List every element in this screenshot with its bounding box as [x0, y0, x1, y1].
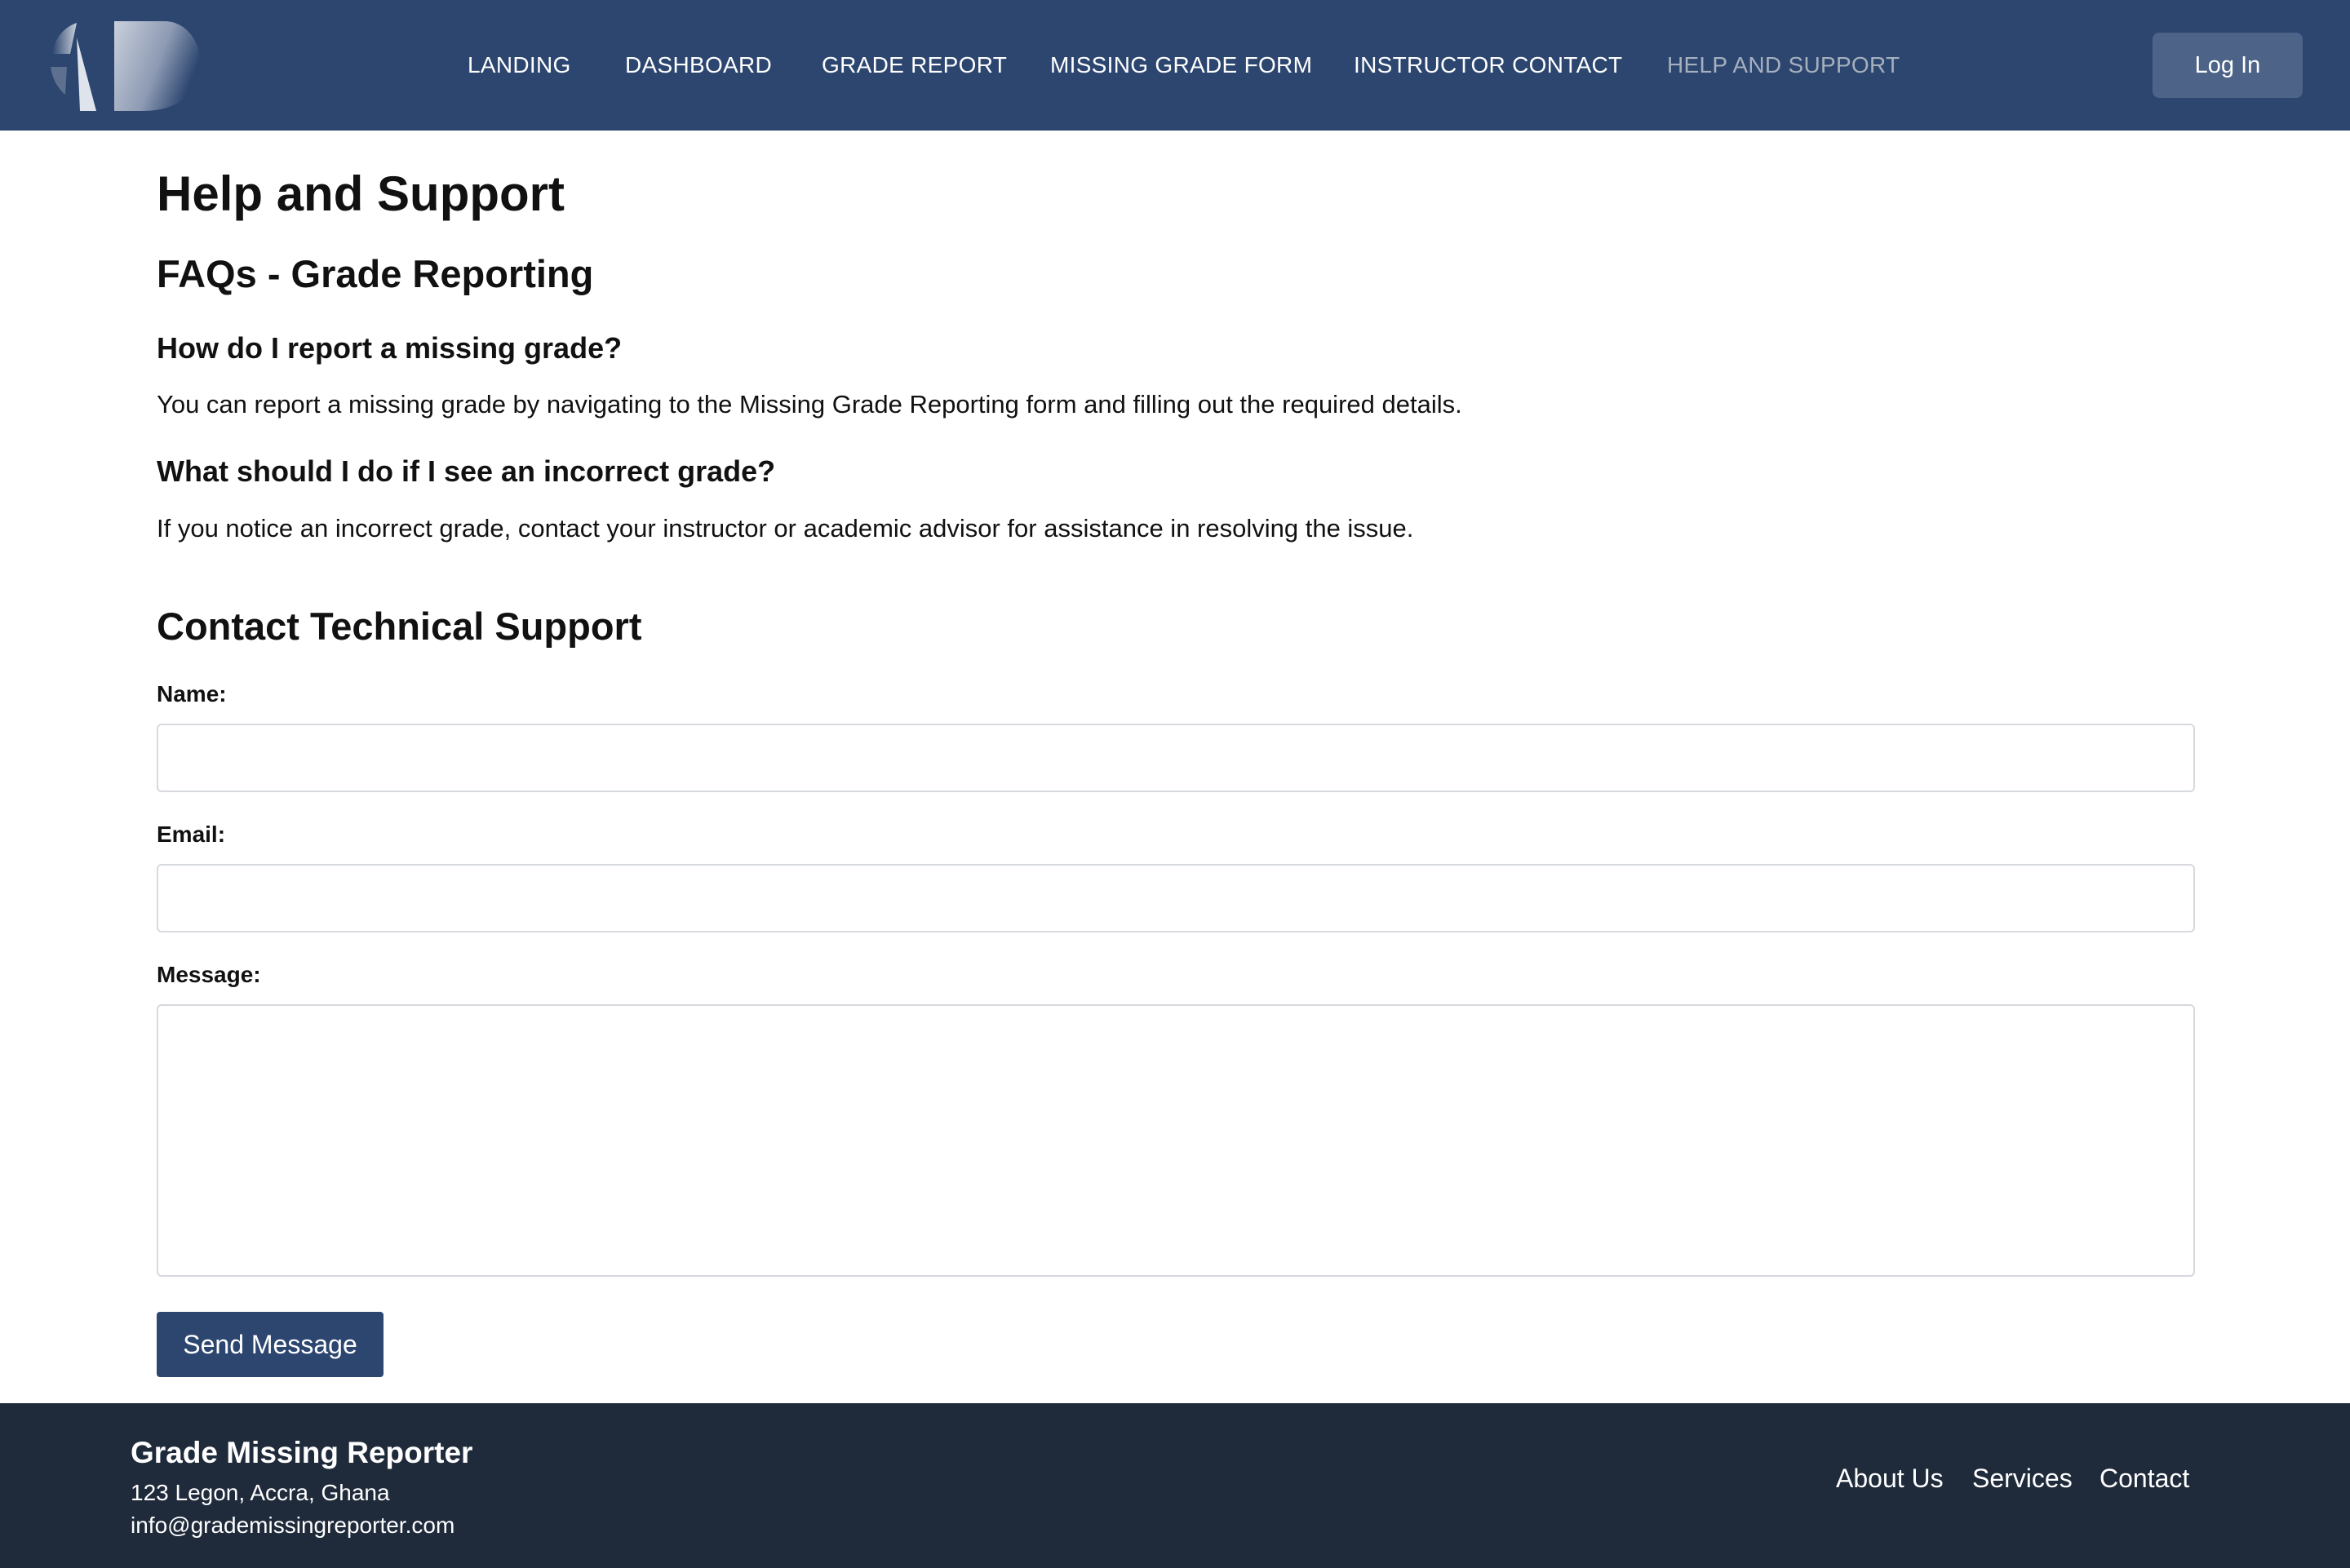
name-label: Name: [157, 681, 227, 706]
email-field[interactable] [157, 864, 2195, 932]
nav-grade-report[interactable]: GRADE REPORT [822, 51, 1007, 80]
faq-answer-2: If you notice an incorrect grade, contac… [157, 514, 1414, 543]
footer-brand: Grade Missing Reporter [131, 1436, 473, 1469]
nav-instructor-contact[interactable]: INSTRUCTOR CONTACT [1354, 51, 1622, 80]
email-label: Email: [157, 822, 226, 847]
faq-question-2: What should I do if I see an incorrect g… [157, 454, 776, 488]
faq-section-title: FAQs - Grade Reporting [157, 252, 594, 295]
faq-question-1: How do I report a missing grade? [157, 331, 623, 365]
footer-address: 123 Legon, Accra, Ghana [131, 1480, 390, 1505]
nav-help-and-support[interactable]: HELP AND SUPPORT [1667, 51, 1900, 80]
name-field[interactable] [157, 724, 2195, 792]
faq-answer-1: You can report a missing grade by naviga… [157, 390, 1462, 419]
footer: Grade Missing Reporter 123 Legon, Accra,… [0, 1403, 2350, 1568]
top-navigation-bar: LANDING DASHBOARD GRADE REPORT MISSING G… [0, 0, 2350, 131]
message-field[interactable] [157, 1004, 2195, 1277]
footer-link-about-us[interactable]: About Us [1836, 1462, 1944, 1495]
login-button[interactable]: Log In [2153, 33, 2303, 98]
footer-email: info@grademissingreporter.com [131, 1513, 455, 1538]
footer-link-contact[interactable]: Contact [2099, 1462, 2189, 1495]
message-label: Message: [157, 962, 261, 987]
send-message-button[interactable]: Send Message [157, 1312, 384, 1377]
page-title: Help and Support [157, 166, 565, 221]
contact-section-title: Contact Technical Support [157, 605, 642, 648]
nav-dashboard[interactable]: DASHBOARD [625, 51, 772, 80]
nav-missing-grade-form[interactable]: MISSING GRADE FORM [1050, 51, 1312, 80]
main-nav: LANDING DASHBOARD GRADE REPORT MISSING G… [0, 0, 2350, 131]
nav-landing[interactable]: LANDING [468, 51, 571, 80]
footer-link-services[interactable]: Services [1972, 1462, 2073, 1495]
